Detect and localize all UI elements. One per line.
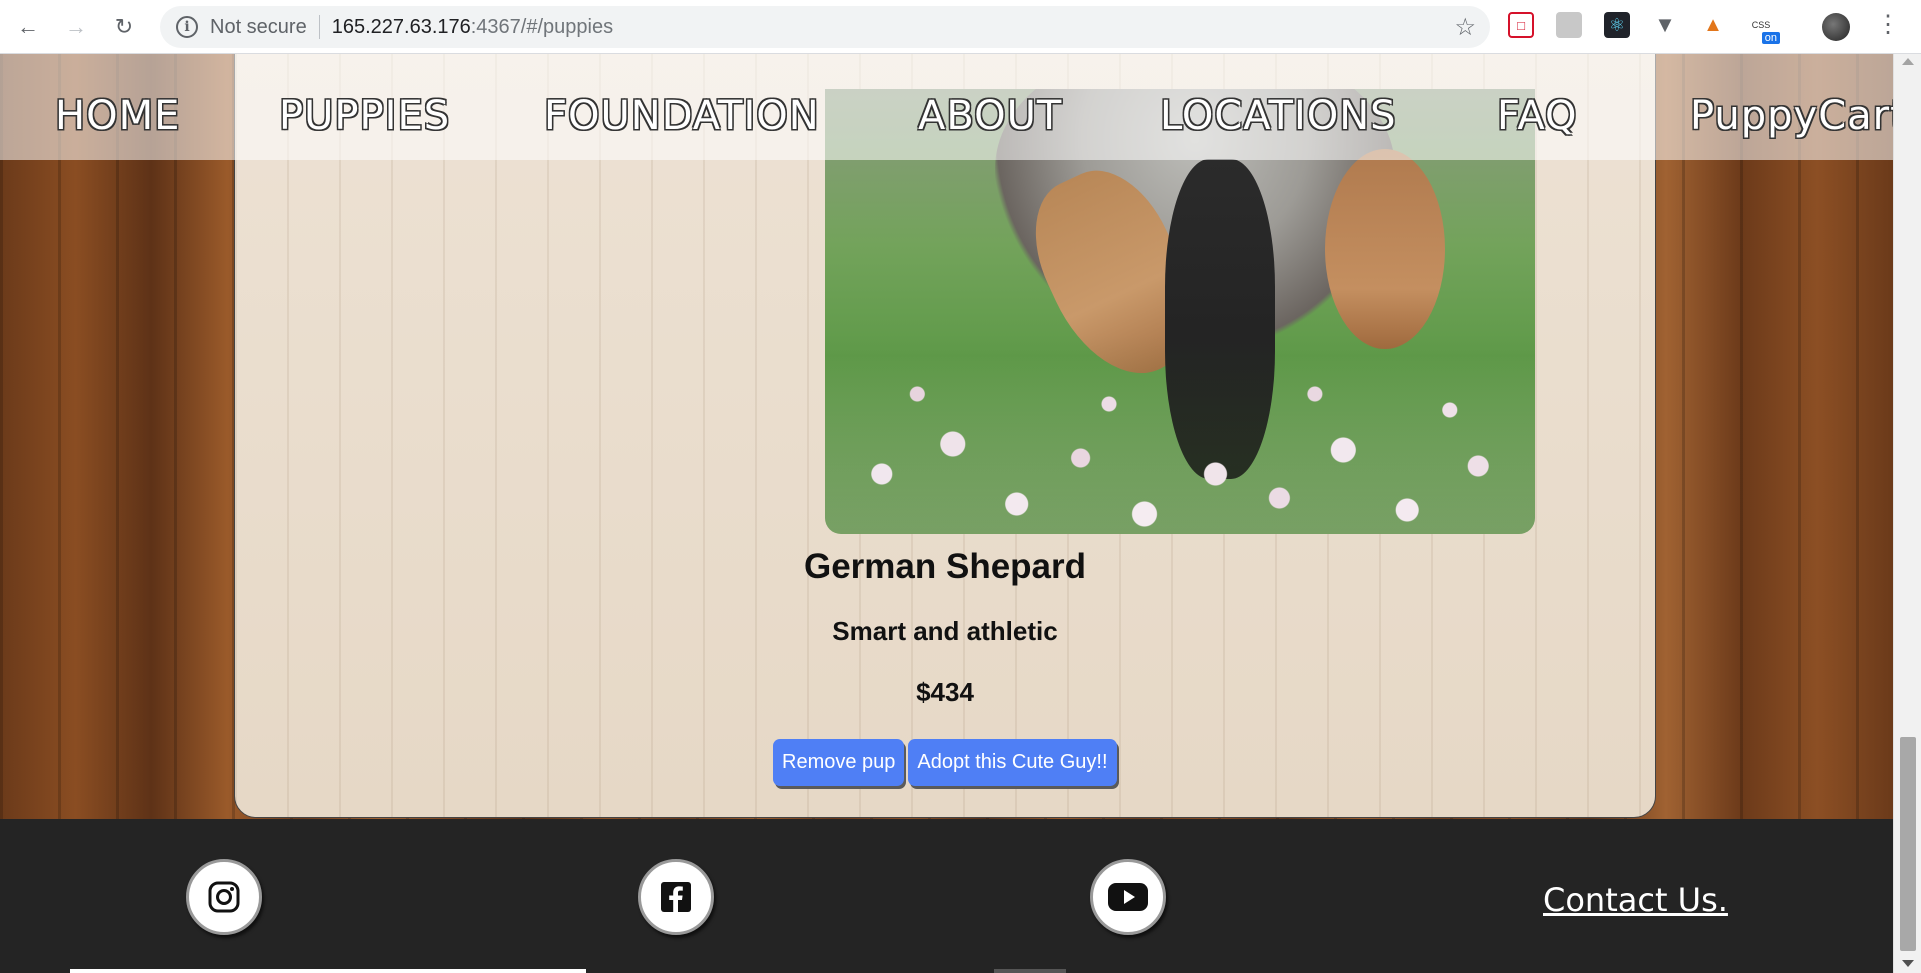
browser-menu-icon[interactable]: ⋮ [1876,10,1900,39]
nav-item-faq[interactable]: FAQ [1497,96,1577,136]
extensions-area: □ ⚛ ▼ ▲ CSS on [1508,12,1796,44]
site-footer: Contact Us. [0,819,1893,973]
puppy-card: German Shepard Smart and athletic $434 R… [234,54,1656,818]
security-label: Not secure [210,15,307,38]
browser-toolbar: ← → ↻ i Not secure 165.227.63.176:4367/#… [0,0,1921,54]
scroll-up-arrow-icon[interactable] [1902,58,1914,65]
page-viewport: German Shepard Smart and athletic $434 R… [0,54,1893,973]
scrollbar-thumb[interactable] [1900,737,1916,951]
vue-devtools-icon[interactable]: ▼ [1652,12,1678,38]
url-path: :4367/#/puppies [470,15,614,38]
instagram-glyph [208,881,240,913]
css-extension-icon[interactable]: CSS on [1748,12,1780,44]
address-separator [318,15,320,39]
back-arrow-icon[interactable]: ← [8,7,48,47]
vertical-scrollbar[interactable] [1893,54,1921,973]
remove-pup-button[interactable]: Remove pup [773,739,905,786]
puppy-description: Smart and athletic [832,616,1058,646]
youtube-glyph [1108,883,1148,911]
extension-badge: on [1761,32,1780,44]
main-navigation: HOME PUPPIES FOUNDATION ABOUT LOCATIONS … [0,54,1893,160]
photo-leg-right [1325,149,1445,349]
profile-avatar[interactable] [1822,13,1850,41]
nav-item-locations[interactable]: LOCATIONS [1160,96,1397,136]
url-host: 165.227.63.176 [331,15,471,38]
contact-us-link[interactable]: Contact Us. [1543,881,1728,919]
nav-item-puppycart[interactable]: PuppyCart [1690,96,1893,136]
nav-item-about[interactable]: ABOUT [918,96,1062,136]
facebook-glyph [661,882,691,912]
forward-arrow-icon[interactable]: → [56,7,96,47]
photo-clover-field [825,334,1535,534]
horizontal-scroll-indicator [70,969,586,973]
scroll-down-arrow-icon[interactable] [1902,960,1914,967]
reload-icon[interactable]: ↻ [104,7,144,47]
bookmark-star-icon[interactable]: ☆ [1454,13,1476,42]
horizontal-scroll-marker [994,969,1066,973]
info-icon[interactable]: i [176,16,198,38]
adopt-button[interactable]: Adopt this Cute Guy!! [908,739,1117,786]
metamask-fox-icon[interactable]: ▲ [1700,12,1726,38]
youtube-icon[interactable] [1090,859,1166,935]
facebook-icon[interactable] [638,859,714,935]
instagram-icon[interactable] [186,859,262,935]
pocket-extension-icon[interactable]: □ [1508,12,1534,38]
nav-item-foundation[interactable]: FOUNDATION [544,96,820,136]
puppy-name: German Shepard [803,547,1087,586]
puppy-price: $434 [916,677,974,707]
nav-item-home[interactable]: HOME [55,96,180,136]
address-bar[interactable]: i Not secure 165.227.63.176:4367/#/puppi… [160,6,1490,48]
puppy-actions: Remove pup Adopt this Cute Guy!! [773,739,1117,786]
screenshot-extension-icon[interactable] [1556,12,1582,38]
react-devtools-icon[interactable]: ⚛ [1604,12,1630,38]
nav-item-puppies[interactable]: PUPPIES [279,96,450,136]
